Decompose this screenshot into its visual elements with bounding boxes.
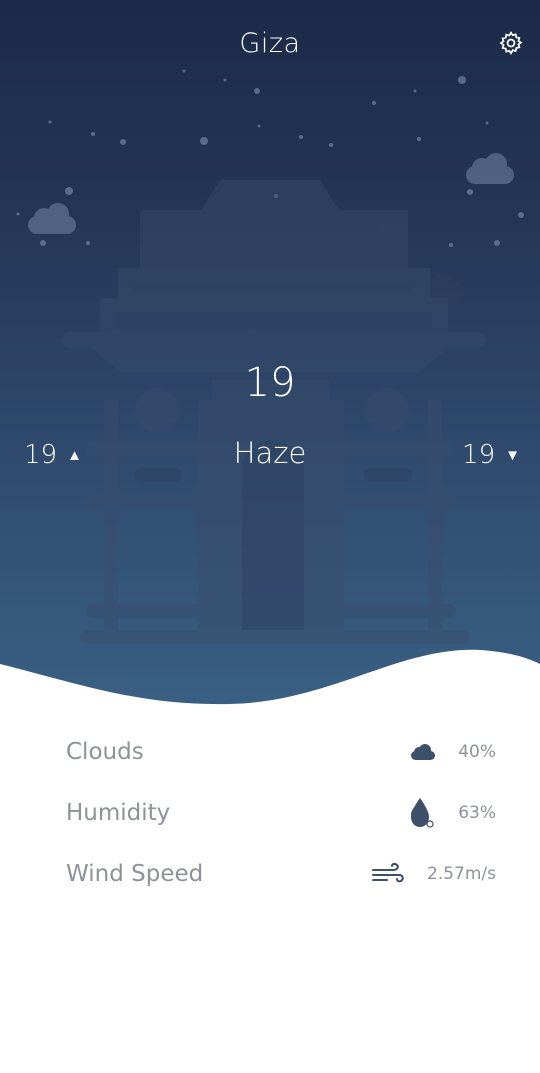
down-arrow-icon: ▼ [505, 446, 520, 464]
up-arrow-icon: ▲ [67, 446, 82, 464]
wave-divider [0, 649, 540, 730]
detail-row-humidity: Humidity 63% [66, 793, 496, 833]
city-name: Giza [239, 28, 301, 59]
detail-value: 2.57m/s [427, 864, 496, 884]
min-temperature: 19 ▲ [24, 440, 82, 470]
detail-value: 40% [458, 742, 496, 762]
detail-label: Wind Speed [66, 861, 204, 887]
detail-row-clouds: Clouds 40% [66, 732, 496, 772]
wind-icon [372, 862, 404, 883]
detail-row-wind: Wind Speed 2.57m/s [66, 854, 496, 894]
min-temp-value: 19 [24, 440, 58, 470]
max-temp-value: 19 [462, 440, 496, 470]
current-temperature: 19 [244, 360, 296, 406]
detail-value: 63% [458, 803, 496, 823]
cloud-icon [411, 744, 436, 760]
max-temperature: 19 ▼ [462, 440, 520, 470]
weather-hero: Giza 19 Haze 19 ▲ 19 ▼ [0, 0, 540, 720]
detail-label: Clouds [66, 739, 144, 765]
water-drop-icon [411, 798, 434, 828]
gear-icon[interactable] [498, 30, 524, 56]
detail-label: Humidity [66, 800, 171, 826]
